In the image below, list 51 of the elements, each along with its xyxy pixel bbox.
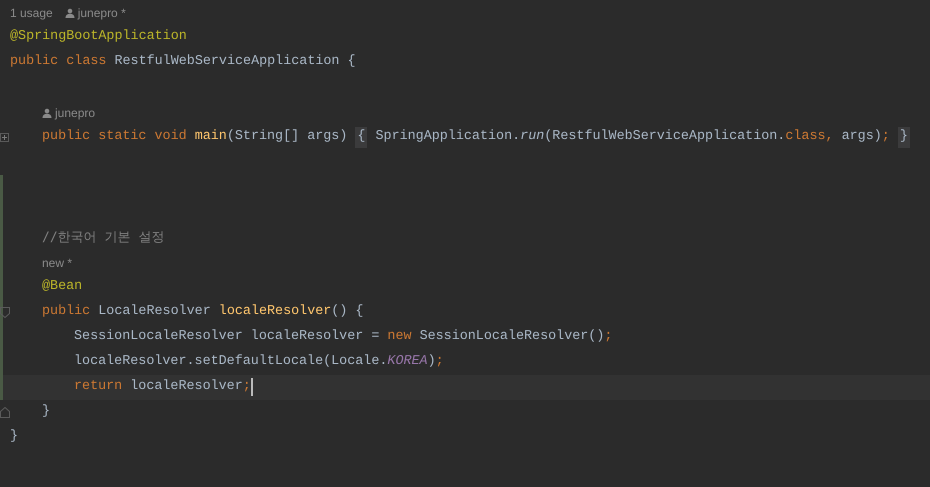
folded-code-marker[interactable]: { <box>355 127 368 148</box>
code-text: LocaleResolver <box>98 303 212 322</box>
keyword-text: ; <box>882 128 891 146</box>
person-icon <box>42 108 52 118</box>
code-text: } <box>42 403 50 422</box>
author-hint[interactable]: junepro <box>42 104 96 122</box>
keyword-text: class, <box>785 128 835 146</box>
code-text: SessionLocaleResolver() <box>420 328 604 346</box>
code-text: SpringApplication. <box>374 128 520 146</box>
constant-name: KOREA <box>387 353 428 372</box>
keyword-text: ; <box>242 378 251 396</box>
fold-collapse-icon[interactable] <box>0 307 10 318</box>
usage-hint[interactable]: new * <box>42 254 72 272</box>
usage-hint[interactable]: 1 usage <box>10 4 53 22</box>
annotation-text: @SpringBootApplication <box>10 28 187 46</box>
folded-code-marker[interactable]: } <box>898 127 910 148</box>
keyword-text: ; <box>436 353 444 372</box>
changed-line-marker[interactable] <box>0 375 3 400</box>
code-text: (RestfulWebServiceApplication. <box>544 128 786 146</box>
code-text: args) <box>842 128 882 146</box>
code-text: localeResolver.setDefaultLocale(Locale. <box>74 353 388 372</box>
annotation-text: @Bean <box>42 278 82 296</box>
fold-expand-icon[interactable] <box>0 133 9 142</box>
code-text: localeResolver <box>130 378 243 396</box>
changed-line-marker[interactable] <box>0 250 3 275</box>
code-text: } <box>10 428 18 446</box>
keyword-text: ; <box>604 328 612 346</box>
code-text: ) <box>428 353 436 372</box>
keyword-text: public static void <box>42 128 188 146</box>
keyword-text: new <box>387 328 413 346</box>
author-hint[interactable]: junepro * <box>64 4 126 22</box>
code-text: RestfulWebServiceApplication { <box>114 53 356 72</box>
person-icon <box>64 8 75 18</box>
code-text: (String[] args) <box>226 128 348 146</box>
changed-line-marker[interactable] <box>0 200 3 225</box>
changed-line-marker[interactable] <box>0 175 3 200</box>
code-text: SessionLocaleResolver localeResolver = <box>74 328 380 346</box>
code-comment: //한국어 기본 설정 <box>42 228 164 247</box>
method-name: main <box>194 128 227 146</box>
changed-line-marker[interactable] <box>0 325 3 350</box>
keyword-text: public class <box>10 53 108 72</box>
changed-line-marker[interactable] <box>0 275 3 300</box>
keyword-text: return <box>74 378 124 396</box>
changed-line-marker[interactable] <box>0 300 3 325</box>
code-text: () { <box>331 303 364 322</box>
method-call: run <box>520 128 544 146</box>
method-name: localeResolver <box>218 303 332 322</box>
changed-line-marker[interactable] <box>0 350 3 375</box>
changed-line-marker[interactable] <box>0 225 3 250</box>
keyword-text: public <box>42 303 92 322</box>
fold-end-icon[interactable] <box>0 407 10 418</box>
